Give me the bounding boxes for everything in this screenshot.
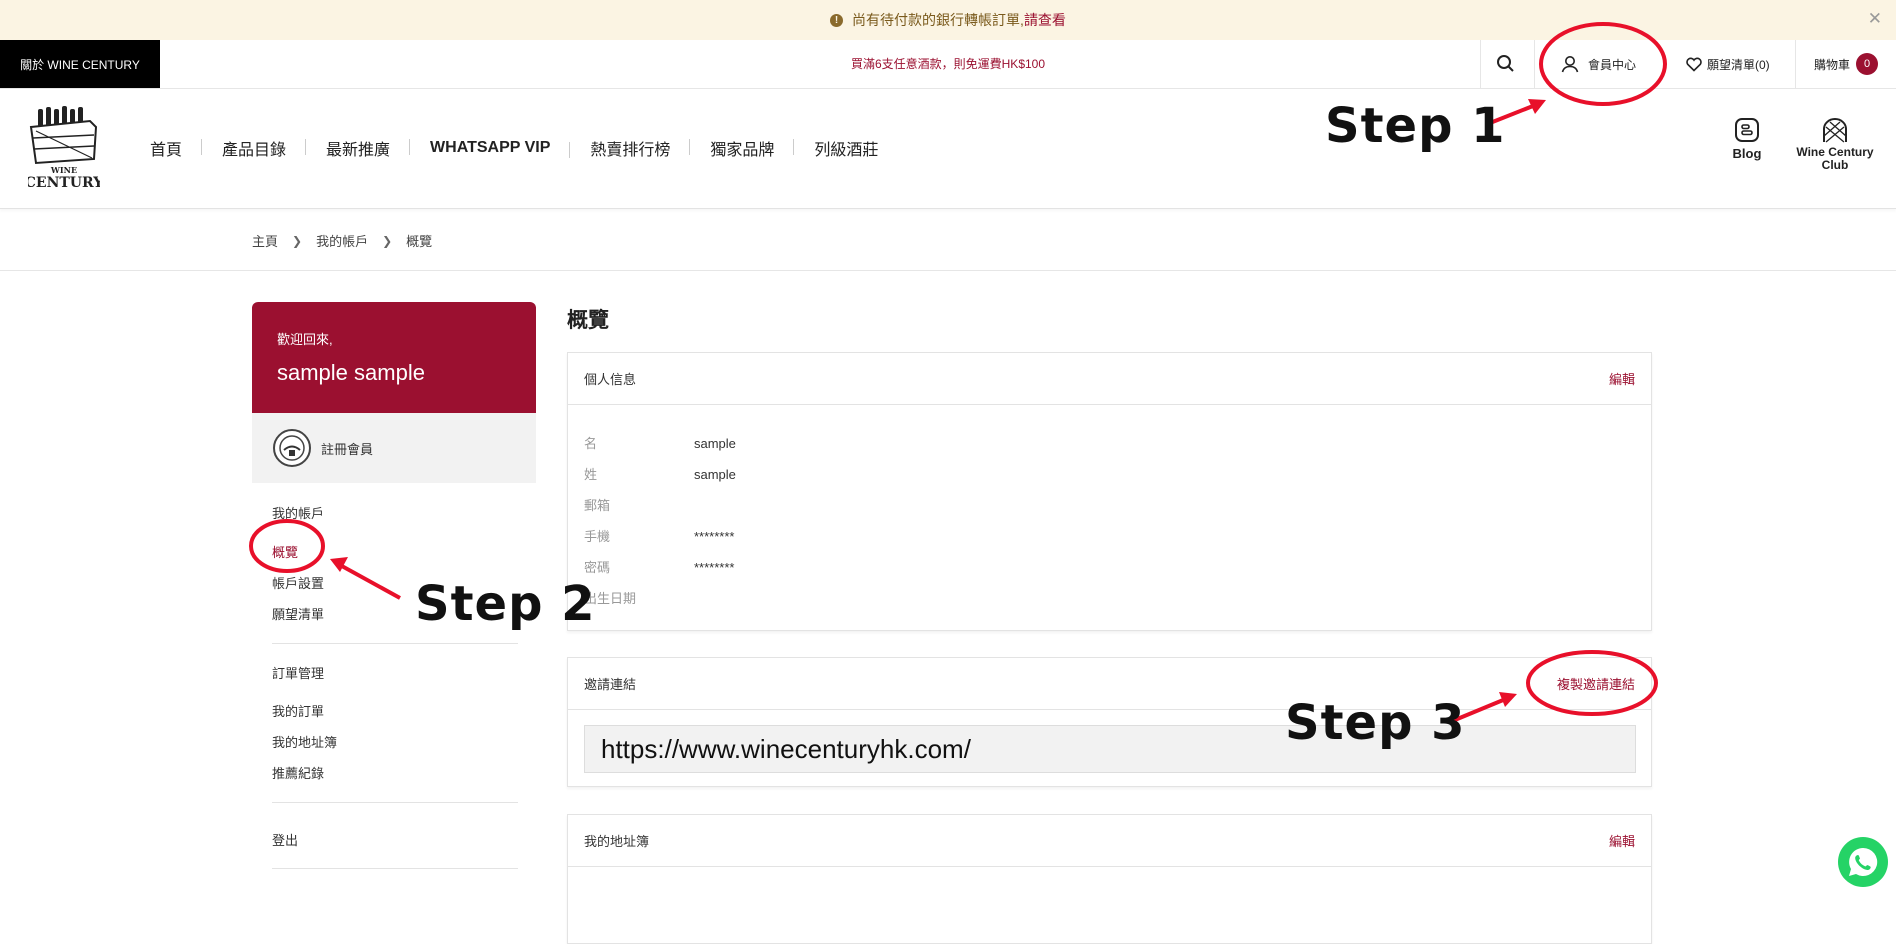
sidebar-item-account-settings[interactable]: 帳戶設置 (272, 573, 324, 592)
step2-arrow (339, 563, 401, 600)
welcome-text: 歡迎回來, (277, 332, 333, 347)
invite-url-field[interactable]: https://www.winecenturyhk.com/ (584, 725, 1636, 773)
chevron-right-icon: ❯ (382, 233, 393, 248)
divider (1795, 40, 1796, 88)
divider (1534, 40, 1535, 88)
invite-link-heading: 邀請連結 (584, 677, 637, 692)
nav-best-sellers[interactable]: 熱賣排行榜 (570, 136, 691, 160)
welcome-panel: 歡迎回來, sample sample (252, 302, 536, 413)
wishlist-label: 願望清單(0) (1707, 57, 1770, 72)
sidebar-heading-orders: 訂單管理 (272, 666, 325, 681)
tier-label: 註冊會員 (321, 441, 374, 457)
sidebar-heading-account[interactable]: 我的帳戶 (272, 503, 324, 522)
card-header: 個人信息 編輯 (568, 353, 1651, 405)
info-row-first-name: 名 sample (584, 436, 736, 451)
promo-text: 買滿6支任意酒款，則免運費HK$100 (850, 57, 1046, 71)
exclamation-icon: ! (830, 13, 844, 27)
member-badge-icon (273, 429, 311, 467)
breadcrumb: 主頁 ❯ 我的帳戶 ❯ 概覽 (252, 231, 432, 250)
divider (0, 270, 1896, 271)
wine-century-logo[interactable]: WINE CENTURY (25, 103, 104, 191)
invite-link-card: 邀請連結 複製邀請連結 https://www.winecenturyhk.co… (567, 657, 1652, 787)
info-row-password: 密碼 ******** (584, 560, 735, 575)
nav-exclusive-brands[interactable]: 獨家品牌 (690, 136, 795, 160)
sidebar-item-address-book[interactable]: 我的地址簿 (272, 732, 337, 751)
whatsapp-chat-button[interactable] (1838, 837, 1888, 887)
sidebar-item-my-orders[interactable]: 我的訂單 (272, 701, 324, 720)
blog-label: Blog (1732, 146, 1762, 161)
personal-info-heading: 個人信息 (584, 372, 637, 387)
edit-personal-button[interactable]: 編輯 (1609, 369, 1635, 388)
member-center-button[interactable]: 會員中心 (1560, 52, 1636, 76)
info-row-last-name: 姓 sample (584, 467, 736, 482)
address-book-card: 我的地址簿 編輯 (567, 814, 1652, 944)
sidebar-item-wishlist[interactable]: 願望清單 (272, 604, 324, 623)
wine-century-club-link[interactable]: Wine Century Club (1790, 117, 1880, 172)
wishlist-button[interactable]: 願望清單(0) (1685, 52, 1770, 76)
copy-invite-link-button[interactable]: 複製邀請連結 (1557, 674, 1635, 693)
cart-button[interactable]: 購物車 0 (1814, 52, 1879, 76)
card-header: 我的地址簿 編輯 (568, 815, 1651, 867)
membership-tier: 註冊會員 (252, 413, 536, 483)
search-icon[interactable] (1495, 53, 1517, 75)
cart-label: 購物車 (1814, 57, 1851, 72)
about-link[interactable]: 關於 WINE CENTURY (0, 40, 160, 88)
svg-text:CENTURY: CENTURY (28, 175, 100, 191)
main-header: WINE CENTURY 首頁 產品目錄 最新推廣 WHATSAPP VIP 熱… (0, 89, 1896, 209)
divider (272, 643, 518, 644)
info-row-phone: 手機 ******** (584, 529, 735, 544)
nav-whatsapp-vip[interactable]: WHATSAPP VIP (410, 139, 571, 158)
edit-address-button[interactable]: 編輯 (1609, 831, 1635, 850)
address-book-heading: 我的地址簿 (584, 834, 650, 849)
sidebar-item-overview[interactable]: 概覽 (272, 542, 298, 561)
info-row-birthday: 出生日期 (584, 591, 637, 606)
top-bar: 關於 WINE CENTURY 買滿6支任意酒款，則免運費HK$100 會員中心… (0, 40, 1896, 89)
logout-link[interactable]: 登出 (272, 830, 298, 849)
whatsapp-icon (1849, 847, 1878, 876)
username: sample sample (277, 360, 425, 385)
step1-label: Step 1 (1325, 98, 1506, 154)
nav-catalog[interactable]: 產品目錄 (202, 136, 307, 160)
close-icon[interactable]: ✕ (1868, 9, 1882, 29)
step2-label: Step 2 (415, 576, 596, 632)
svg-text:WINE: WINE (50, 165, 77, 175)
main-nav: 首頁 產品目錄 最新推廣 WHATSAPP VIP 熱賣排行榜 獨家品牌 列級酒… (130, 136, 898, 160)
nav-home[interactable]: 首頁 (130, 136, 203, 160)
user-icon (1561, 56, 1579, 73)
breadcrumb-current: 概覽 (406, 234, 433, 249)
club-label: Wine Century Club (1796, 145, 1874, 172)
divider (272, 802, 518, 803)
alert-text: 尚有待付款的銀行轉帳訂單, (852, 12, 1024, 28)
blog-link[interactable]: Blog (1720, 117, 1774, 161)
step3-label: Step 3 (1285, 695, 1466, 751)
step2-arrowhead (330, 557, 348, 572)
personal-info-card: 個人信息 編輯 名 sample 姓 sample 郵箱 手機 ******** 密碼… (567, 352, 1652, 631)
sidebar-item-referrals[interactable]: 推薦紀錄 (272, 763, 324, 782)
page-title: 概覽 (567, 309, 609, 332)
blog-icon (1735, 118, 1759, 142)
nav-promotions[interactable]: 最新推廣 (306, 136, 411, 160)
heart-icon (1686, 57, 1702, 72)
member-center-label: 會員中心 (1588, 57, 1637, 72)
info-row-email: 郵箱 (584, 498, 611, 513)
divider (1480, 40, 1481, 88)
nav-classified-chateaux[interactable]: 列級酒莊 (794, 136, 898, 160)
wine-rack-icon (1823, 118, 1847, 143)
divider (272, 868, 518, 869)
card-header: 邀請連結 複製邀請連結 (568, 658, 1651, 710)
alert-view-link[interactable]: 請查看 (1024, 10, 1066, 30)
breadcrumb-home[interactable]: 主頁 (252, 231, 278, 250)
chevron-right-icon: ❯ (292, 233, 303, 248)
pending-payment-alert: ! 尚有待付款的銀行轉帳訂單, 請查看 ✕ (0, 0, 1896, 40)
breadcrumb-account[interactable]: 我的帳戶 (316, 231, 368, 250)
cart-count-badge: 0 (1856, 53, 1879, 75)
